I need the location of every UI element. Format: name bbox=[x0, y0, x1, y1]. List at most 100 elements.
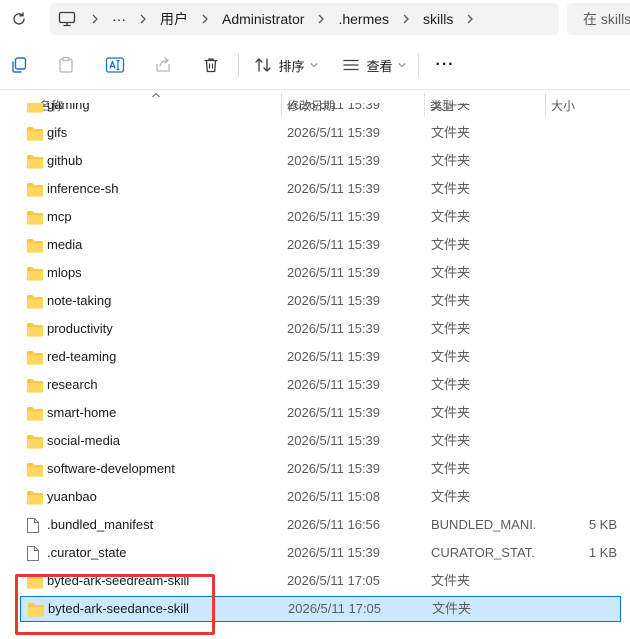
search-input[interactable]: 在 skills bbox=[567, 3, 630, 35]
chevron-right-icon bbox=[459, 14, 481, 24]
view-label: 查看 bbox=[366, 58, 393, 74]
folder-icon-cell bbox=[26, 232, 44, 258]
sort-button[interactable]: 排序 bbox=[252, 50, 320, 80]
file-row[interactable]: software-development 2026/5/11 15:39 文件夹 bbox=[20, 456, 621, 482]
file-row[interactable]: .bundled_manifest 2026/5/11 16:56 BUNDLED_… bbox=[20, 512, 621, 538]
copy-button[interactable] bbox=[6, 50, 32, 80]
file-row[interactable]: media 2026/5/11 15:39 文件夹 bbox=[20, 232, 621, 258]
file-date: 2026/5/11 15:08 bbox=[287, 489, 381, 504]
file-size: 5 KB bbox=[588, 517, 617, 532]
folder-icon bbox=[26, 378, 43, 393]
folder-icon bbox=[26, 406, 43, 421]
file-date: 2026/5/11 15:39 bbox=[287, 265, 381, 280]
chevron-right-icon bbox=[310, 14, 332, 24]
file-size: 1 KB bbox=[588, 545, 617, 560]
folder-icon-cell bbox=[26, 428, 44, 454]
chevron-down-icon bbox=[398, 63, 405, 68]
file-row[interactable]: .curator_state 2026/5/11 15:39 CURATOR_STA… bbox=[20, 540, 621, 566]
folder-icon-cell bbox=[26, 400, 44, 426]
refresh-icon bbox=[13, 12, 25, 25]
file-date: 2026/5/11 15:39 bbox=[287, 209, 381, 224]
file-row[interactable]: inference-sh 2026/5/11 15:39 文件夹 bbox=[20, 176, 621, 202]
file-name: research bbox=[47, 377, 98, 392]
file-type: 文件夹 bbox=[431, 349, 471, 364]
folder-icon bbox=[26, 490, 43, 505]
share-button[interactable] bbox=[150, 50, 176, 80]
file-date: 2026/5/11 15:39 bbox=[287, 321, 381, 336]
file-type: 文件夹 bbox=[431, 573, 471, 588]
folder-icon bbox=[26, 434, 43, 449]
chevron-right-icon bbox=[84, 14, 106, 24]
view-button[interactable]: 查看 bbox=[340, 50, 408, 80]
file-row[interactable]: smart-home 2026/5/11 15:39 文件夹 bbox=[20, 400, 621, 426]
folder-icon-cell bbox=[26, 484, 44, 510]
delete-button[interactable] bbox=[198, 50, 224, 80]
breadcrumb-item-skills[interactable]: skills bbox=[417, 11, 459, 27]
folder-icon-cell bbox=[26, 120, 44, 146]
refresh-button[interactable] bbox=[6, 6, 32, 32]
file-name: gaming bbox=[47, 103, 90, 112]
file-name: .bundled_manifest bbox=[47, 517, 154, 532]
file-name: note-taking bbox=[47, 293, 112, 308]
file-date: 2026/5/11 17:05 bbox=[288, 601, 382, 616]
file-row[interactable]: red-teaming 2026/5/11 15:39 文件夹 bbox=[20, 344, 621, 370]
file-date: 2026/5/11 15:39 bbox=[287, 125, 381, 140]
file-date: 2026/5/11 15:39 bbox=[287, 433, 381, 448]
folder-icon-cell bbox=[26, 204, 44, 230]
folder-icon bbox=[26, 294, 43, 309]
paste-icon bbox=[59, 56, 73, 73]
file-type: 文件夹 bbox=[431, 405, 471, 420]
file-row[interactable]: gaming 2026/5/11 15:39 文件夹 bbox=[20, 103, 621, 118]
file-name: yuanbao bbox=[47, 489, 97, 504]
file-date: 2026/5/11 15:39 bbox=[287, 103, 381, 112]
breadcrumb-overflow[interactable]: ··· bbox=[106, 11, 132, 27]
chevron-right-icon bbox=[132, 14, 154, 24]
sort-label: 排序 bbox=[278, 58, 305, 74]
file-date: 2026/5/11 15:39 bbox=[287, 181, 381, 196]
file-date: 2026/5/11 15:39 bbox=[287, 153, 381, 168]
file-row[interactable]: gifs 2026/5/11 15:39 文件夹 bbox=[20, 120, 621, 146]
file-type: 文件夹 bbox=[431, 377, 471, 392]
file-name: mcp bbox=[47, 209, 72, 224]
file-row[interactable]: mlops 2026/5/11 15:39 文件夹 bbox=[20, 260, 621, 286]
file-name: red-teaming bbox=[47, 349, 117, 364]
file-type: 文件夹 bbox=[431, 153, 471, 168]
file-type: 文件夹 bbox=[431, 237, 471, 252]
breadcrumb-item-administrator[interactable]: Administrator bbox=[216, 11, 310, 27]
breadcrumb[interactable]: ··· 用户 Administrator .hermes skills bbox=[50, 3, 559, 35]
file-type: BUNDLED_MANI... bbox=[431, 517, 535, 532]
file-row[interactable]: research 2026/5/11 15:39 文件夹 bbox=[20, 372, 621, 398]
file-type: 文件夹 bbox=[431, 489, 471, 504]
breadcrumb-item-hermes[interactable]: .hermes bbox=[332, 11, 395, 27]
file-icon-cell bbox=[26, 540, 44, 566]
folder-icon bbox=[26, 350, 43, 365]
rename-icon bbox=[105, 57, 125, 73]
file-row[interactable]: note-taking 2026/5/11 15:39 文件夹 bbox=[20, 288, 621, 314]
file-date: 2026/5/11 15:39 bbox=[287, 293, 381, 308]
file-row[interactable]: github 2026/5/11 15:39 文件夹 bbox=[20, 148, 621, 174]
more-options-button[interactable]: ··· bbox=[430, 50, 460, 80]
file-type: 文件夹 bbox=[431, 103, 471, 112]
file-row[interactable]: yuanbao 2026/5/11 15:08 文件夹 bbox=[20, 484, 621, 510]
rename-button[interactable] bbox=[102, 50, 128, 80]
folder-icon-cell bbox=[26, 456, 44, 482]
file-name: software-development bbox=[47, 461, 175, 476]
file-type: 文件夹 bbox=[431, 265, 471, 280]
file-row[interactable]: social-media 2026/5/11 15:39 文件夹 bbox=[20, 428, 621, 454]
file-date: 2026/5/11 15:39 bbox=[287, 545, 381, 560]
paste-button[interactable] bbox=[53, 50, 79, 80]
file-type: 文件夹 bbox=[431, 181, 471, 196]
breadcrumb-item-users[interactable]: 用户 bbox=[154, 9, 194, 29]
file-icon bbox=[27, 517, 39, 533]
file-row[interactable]: productivity 2026/5/11 15:39 文件夹 bbox=[20, 316, 621, 342]
file-type: 文件夹 bbox=[431, 461, 471, 476]
file-name: mlops bbox=[47, 265, 82, 280]
copy-icon bbox=[12, 57, 27, 73]
file-row[interactable]: mcp 2026/5/11 15:39 文件夹 bbox=[20, 204, 621, 230]
folder-icon bbox=[26, 322, 43, 337]
file-date: 2026/5/11 17:05 bbox=[287, 573, 381, 588]
this-pc-button[interactable] bbox=[50, 3, 84, 35]
folder-icon-cell bbox=[26, 148, 44, 174]
file-date: 2026/5/11 15:39 bbox=[287, 461, 381, 476]
chevron-right-icon bbox=[395, 14, 417, 24]
